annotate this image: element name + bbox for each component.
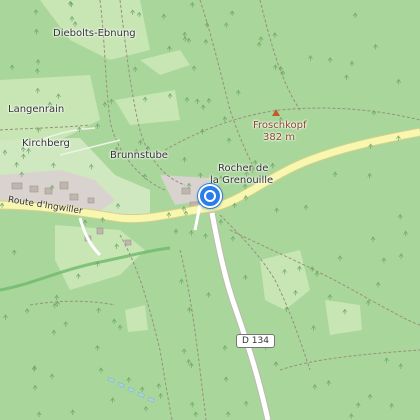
place-label-diebolts-ebnung: Diebolts-Ebnung	[53, 28, 136, 39]
peak-label-froschkopf: Froschkopf	[253, 120, 307, 131]
map-view[interactable]: Diebolts-Ebnung Langenrain Kirchberg Bru…	[0, 0, 420, 420]
poi-label-rocher-line2: la Grenouille	[210, 175, 274, 186]
place-label-kirchberg: Kirchberg	[22, 138, 70, 149]
place-label-brunnstube: Brunnstube	[110, 150, 168, 161]
peak-elevation-label: 382 m	[263, 132, 296, 143]
place-label-langenrain: Langenrain	[8, 104, 65, 115]
road-shield-d134: D 134	[236, 334, 275, 348]
location-pin-inner	[204, 190, 216, 202]
peak-triangle-icon	[272, 109, 280, 116]
location-pin-icon[interactable]	[198, 184, 222, 208]
poi-label-rocher-line1: Rocher de	[218, 163, 269, 174]
